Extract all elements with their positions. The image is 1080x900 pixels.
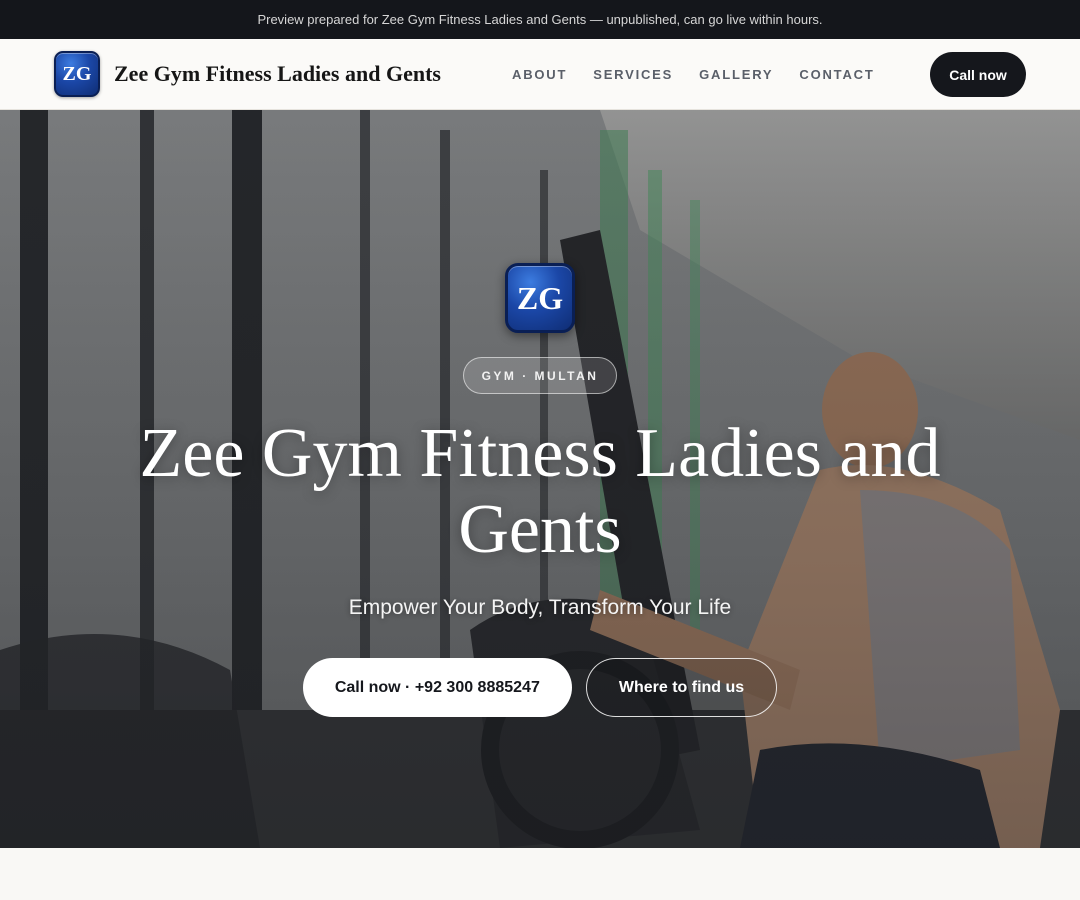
hero-title: Zee Gym Fitness Ladies and Gents: [139, 415, 941, 568]
preview-banner: Preview prepared for Zee Gym Fitness Lad…: [0, 0, 1080, 39]
logo-icon: ZG: [54, 51, 100, 97]
hero-logo-initials: ZG: [516, 279, 564, 316]
find-us-button[interactable]: Where to find us: [585, 658, 778, 717]
hero-section: ZG GYM · MULTAN Zee Gym Fitness Ladies a…: [0, 110, 1080, 848]
brand-name: Zee Gym Fitness Ladies and Gents: [114, 61, 441, 86]
category-badge: GYM · MULTAN: [462, 357, 618, 394]
preview-banner-text: Preview prepared for Zee Gym Fitness Lad…: [257, 12, 823, 27]
call-now-button[interactable]: Call now: [930, 52, 1026, 97]
nav-link-about[interactable]: ABOUT: [512, 67, 567, 82]
main-nav: ABOUT SERVICES GALLERY CONTACT: [512, 39, 901, 110]
nav-link-contact[interactable]: CONTACT: [799, 67, 874, 82]
hero-logo-icon: ZG: [505, 263, 575, 333]
logo-initials: ZG: [62, 62, 92, 85]
call-phone-button[interactable]: Call now · +92 300 8885247: [302, 658, 572, 717]
hero-subtitle: Empower Your Body, Transform Your Life: [348, 596, 732, 619]
nav-link-services[interactable]: SERVICES: [593, 67, 673, 82]
site-header: ZG Zee Gym Fitness Ladies and Gents ABOU…: [0, 39, 1080, 110]
hero-actions: Call now · +92 300 8885247 Where to find…: [302, 658, 778, 717]
hero-content: ZG GYM · MULTAN Zee Gym Fitness Ladies a…: [0, 110, 1080, 848]
nav-link-gallery[interactable]: GALLERY: [699, 67, 773, 82]
brand[interactable]: ZG Zee Gym Fitness Ladies and Gents: [54, 51, 441, 97]
